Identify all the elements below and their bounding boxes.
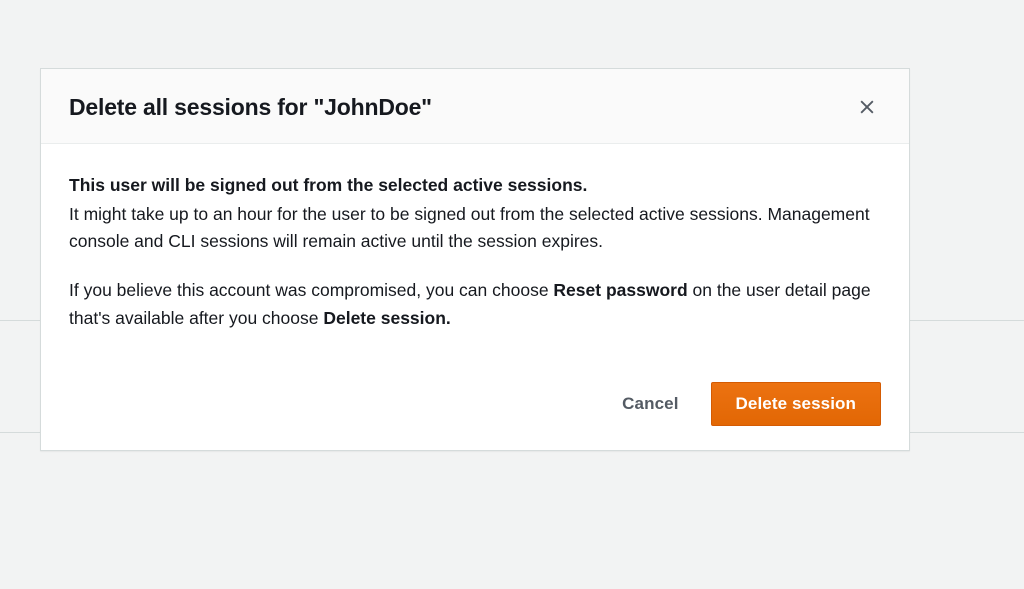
modal-title: Delete all sessions for "JohnDoe" bbox=[69, 94, 432, 121]
modal-paragraph-1: This user will be signed out from the se… bbox=[69, 172, 881, 255]
delete-session-button[interactable]: Delete session bbox=[711, 382, 881, 426]
modal-paragraph-2: If you believe this account was compromi… bbox=[69, 277, 881, 331]
modal-strong-text: This user will be signed out from the se… bbox=[69, 172, 881, 199]
modal-footer: Cancel Delete session bbox=[41, 362, 909, 450]
cancel-button[interactable]: Cancel bbox=[610, 384, 690, 424]
delete-sessions-modal: Delete all sessions for "JohnDoe" This u… bbox=[40, 68, 910, 451]
close-button[interactable] bbox=[853, 93, 881, 121]
modal-text-line: It might take up to an hour for the user… bbox=[69, 204, 870, 251]
modal-header: Delete all sessions for "JohnDoe" bbox=[41, 69, 909, 144]
modal-body: This user will be signed out from the se… bbox=[41, 144, 909, 362]
modal-text-pre: If you believe this account was compromi… bbox=[69, 280, 553, 300]
reset-password-bold: Reset password bbox=[553, 280, 687, 300]
close-icon bbox=[857, 97, 877, 117]
delete-session-bold: Delete session. bbox=[323, 308, 450, 328]
